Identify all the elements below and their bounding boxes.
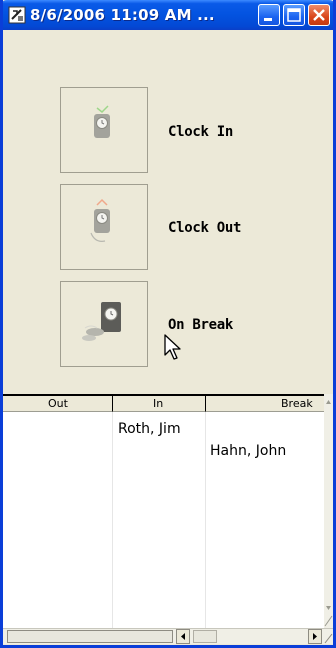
app-icon <box>8 6 26 24</box>
on-break-label: On Break <box>168 317 234 333</box>
on-break-button[interactable] <box>60 281 148 367</box>
column-header-in-label: In <box>153 397 164 410</box>
list-cell-in[interactable]: Roth, Jim <box>118 421 181 437</box>
column-header-out-label: Out <box>48 397 68 410</box>
title-bar[interactable]: 8/6/2006 11:09 AM ... <box>3 0 333 30</box>
scroll-right-button[interactable] <box>308 629 322 644</box>
minimize-icon <box>264 18 272 21</box>
app-window: 8/6/2006 11:09 AM ... Clock In Clock Out… <box>0 0 336 648</box>
clock-out-icon <box>90 198 110 242</box>
clock-in-icon <box>94 105 110 138</box>
mouse-cursor-icon <box>164 334 181 360</box>
maximize-button[interactable] <box>283 4 305 26</box>
close-button[interactable] <box>308 4 330 26</box>
clock-in-label: Clock In <box>168 124 234 140</box>
clock-out-label: Clock Out <box>168 220 242 236</box>
column-header-in[interactable]: In <box>112 394 205 412</box>
column-header-out[interactable]: Out <box>3 394 112 412</box>
column-header-break-label: Break <box>281 397 313 410</box>
resize-grip-icon[interactable] <box>323 630 333 644</box>
close-icon <box>313 9 325 21</box>
column-divider <box>112 412 113 628</box>
clock-in-button[interactable] <box>60 87 148 173</box>
column-divider <box>205 412 206 628</box>
arrow-left-icon <box>181 633 185 640</box>
column-header-break[interactable]: Break <box>205 394 324 412</box>
clock-out-button[interactable] <box>60 184 148 270</box>
scroll-left-button[interactable] <box>176 629 190 644</box>
list-cell-break[interactable]: Hahn, John <box>210 443 286 459</box>
horizontal-scroll-thumb[interactable] <box>7 630 173 643</box>
horizontal-scrollbar[interactable] <box>3 628 333 644</box>
window-title: 8/6/2006 11:09 AM ... <box>30 6 215 24</box>
horizontal-scroll-track[interactable] <box>193 630 217 643</box>
scroll-arrows-icon <box>324 400 333 627</box>
maximize-icon <box>287 8 301 22</box>
minimize-button[interactable] <box>258 4 280 26</box>
arrow-right-icon <box>313 633 317 640</box>
vertical-scrollbar[interactable] <box>324 394 333 628</box>
on-break-icon <box>82 302 121 341</box>
